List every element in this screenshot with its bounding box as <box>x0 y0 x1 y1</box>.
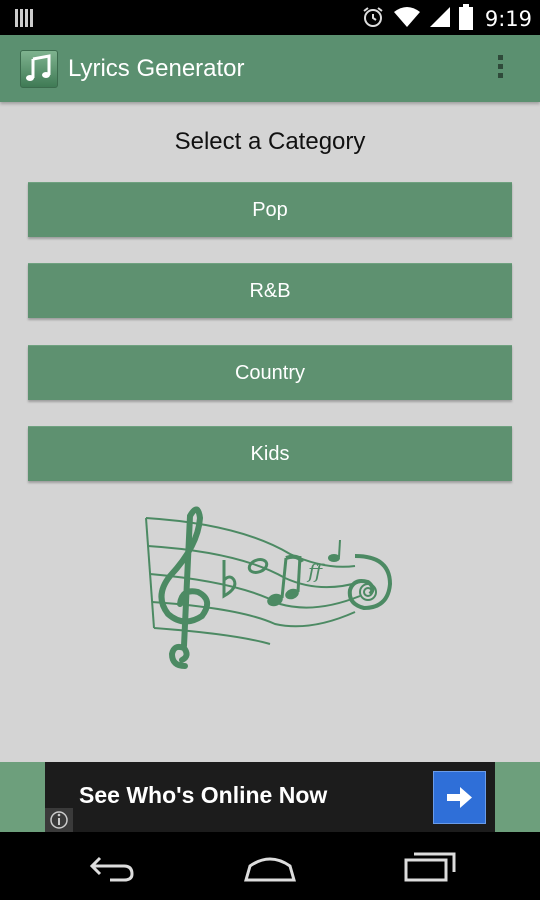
ad-banner[interactable]: See Who's Online Now <box>45 762 495 832</box>
ad-text[interactable]: See Who's Online Now <box>79 782 327 809</box>
svg-text:ff: ff <box>306 559 326 583</box>
back-icon[interactable] <box>84 848 140 888</box>
music-staff-illustration: ff <box>140 496 400 676</box>
navigation-bar <box>0 832 540 900</box>
category-button-kids[interactable]: Kids <box>28 426 512 481</box>
music-note-icon[interactable] <box>20 50 58 88</box>
status-clock: 9:19 <box>484 7 532 31</box>
status-bar: 9:19 <box>0 0 540 35</box>
category-button-pop[interactable]: Pop <box>28 182 512 237</box>
wifi-icon <box>393 5 421 33</box>
alarm-icon <box>361 5 385 33</box>
notification-bars-icon <box>14 8 34 32</box>
info-icon[interactable] <box>45 808 73 832</box>
home-icon[interactable] <box>240 848 300 888</box>
arrow-right-icon[interactable] <box>433 771 486 824</box>
action-bar: Lyrics Generator <box>0 35 540 102</box>
category-button-rnb[interactable]: R&B <box>28 263 512 318</box>
signal-icon <box>429 5 451 33</box>
recent-apps-icon[interactable] <box>402 848 458 888</box>
battery-icon <box>458 4 473 34</box>
overflow-menu-icon[interactable] <box>490 51 510 87</box>
ad-area: See Who's Online Now <box>0 762 540 832</box>
category-button-country[interactable]: Country <box>28 345 512 400</box>
page-title: Select a Category <box>174 128 366 155</box>
app-title: Lyrics Generator <box>68 55 245 82</box>
